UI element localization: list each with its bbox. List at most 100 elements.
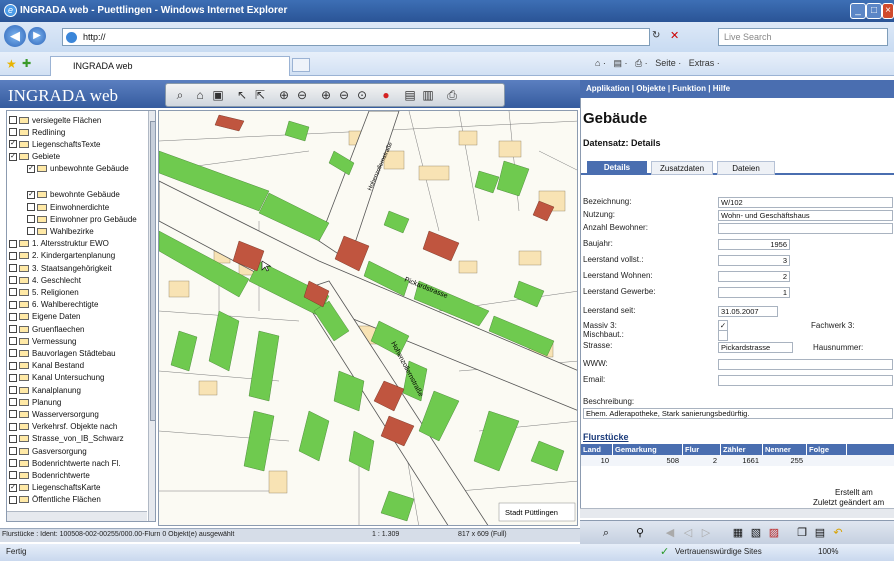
binoculars-icon[interactable]: ⌕: [598, 525, 614, 541]
layer-item[interactable]: Kanalplanung: [9, 384, 141, 396]
layer-item[interactable]: Bodenrichtwerte nach Fl.: [9, 457, 141, 469]
table-row[interactable]: 10 508 2 1661 255: [581, 455, 894, 466]
refresh-icon[interactable]: ↻: [652, 30, 660, 41]
layer-checkbox[interactable]: [9, 251, 17, 260]
page-menu[interactable]: Seite ·: [655, 58, 681, 68]
field-strasse[interactable]: Pickardstrasse: [718, 342, 793, 353]
column-header[interactable]: Zähler: [721, 444, 763, 455]
layer-checkbox[interactable]: [9, 264, 17, 272]
layer-item[interactable]: Vermessung: [9, 335, 141, 347]
menu-applikation[interactable]: Applikation: [586, 84, 630, 93]
checkbox-mischbau[interactable]: [718, 330, 728, 341]
layer-checkbox[interactable]: [9, 349, 17, 358]
layer-item[interactable]: Redlining: [9, 126, 141, 138]
field-email[interactable]: [718, 375, 893, 386]
field-leer-wohnen[interactable]: 2: [718, 271, 790, 282]
detail-hscrollbar[interactable]: [580, 508, 894, 518]
layer-checkbox[interactable]: [9, 373, 17, 382]
column-header[interactable]: Land: [581, 444, 613, 455]
home-button[interactable]: ⌂ ·: [595, 58, 606, 68]
layer-checkbox[interactable]: ✓: [9, 140, 17, 149]
print-icon[interactable]: ⎙: [444, 87, 460, 104]
layer-item[interactable]: 4. Geschlecht: [9, 274, 141, 286]
zoom-level[interactable]: 100%: [818, 547, 838, 556]
layer-checkbox[interactable]: [9, 337, 17, 346]
layer-item[interactable]: 1. Altersstruktur EWO: [9, 238, 141, 250]
layer-checkbox[interactable]: [9, 239, 17, 248]
layer-item[interactable]: ✓ unbewohnte Gebäude: [27, 163, 155, 175]
layer-checkbox[interactable]: ✓: [9, 483, 17, 492]
copy-icon[interactable]: ❐: [794, 525, 810, 541]
map-canvas[interactable]: Hohenzollernstraße Pickardstrasse Hohenz…: [158, 110, 578, 526]
layer-item[interactable]: ✓ bewohnte Gebäude: [27, 189, 155, 201]
address-input[interactable]: http://: [62, 28, 650, 46]
field-nutzung[interactable]: Wohn- und Geschäftshaus: [718, 210, 893, 221]
column-header[interactable]: Gemarkung: [613, 444, 683, 455]
layer-checkbox[interactable]: [9, 434, 17, 443]
layer-item[interactable]: Öffentliche Flächen: [9, 494, 141, 506]
layer-checkbox[interactable]: [9, 361, 17, 370]
zoom-out-icon[interactable]: ⊖: [294, 87, 310, 104]
layer-item[interactable]: Gruenflaechen: [9, 323, 141, 335]
zoom-full-icon[interactable]: ⊙: [354, 87, 370, 104]
maximize-button[interactable]: □: [866, 3, 882, 19]
field-leer-gewerbe[interactable]: 1: [718, 287, 790, 298]
zoom-previous-icon[interactable]: ⊖: [336, 87, 352, 104]
layer-item[interactable]: Wasserversorgung: [9, 408, 141, 420]
trust-zone[interactable]: Vertrauenswürdige Sites: [675, 547, 762, 556]
new-record-icon[interactable]: ▧: [748, 525, 764, 541]
field-leer-voll[interactable]: 3: [718, 255, 790, 266]
layer-item[interactable]: Verkehrsf. Objekte nach: [9, 421, 141, 433]
layer-checkbox[interactable]: [27, 215, 35, 224]
layer-item[interactable]: Bauvorlagen Städtebau: [9, 347, 141, 359]
layer-item[interactable]: Wahlbezirke: [27, 225, 155, 237]
close-button[interactable]: ×: [882, 3, 894, 19]
tab-zusatzdaten[interactable]: Zusatzdaten: [651, 161, 713, 175]
layer-checkbox[interactable]: [9, 410, 17, 419]
layer-checkbox[interactable]: [27, 203, 35, 211]
layer-checkbox[interactable]: [9, 300, 17, 309]
tab-details[interactable]: Details: [587, 161, 647, 175]
layer-hscrollbar[interactable]: [7, 511, 147, 521]
feeds-button[interactable]: ▤ ·: [613, 58, 627, 68]
layer-item[interactable]: Kanal Untersuchung: [9, 372, 141, 384]
layer-scrollbar[interactable]: [148, 111, 155, 521]
layer-checkbox[interactable]: ✓: [27, 190, 35, 199]
delete-record-icon[interactable]: ▨: [766, 525, 782, 541]
legend-icon[interactable]: ▥: [420, 87, 436, 104]
layer-item[interactable]: 6. Wahlberechtigte: [9, 299, 141, 311]
add-favorite-icon[interactable]: ✚: [22, 57, 31, 70]
zoom-in-icon[interactable]: ⊕: [276, 87, 292, 104]
layer-item[interactable]: Kanal Bestand: [9, 360, 141, 372]
next-record-icon[interactable]: ▷: [698, 525, 714, 541]
column-header[interactable]: Nenner: [763, 444, 807, 455]
layer-item[interactable]: Einwohnerdichte: [27, 201, 155, 213]
print-button[interactable]: ⎙ ·: [635, 58, 648, 68]
layer-checkbox[interactable]: [9, 276, 17, 285]
field-www[interactable]: [718, 359, 893, 370]
paste-icon[interactable]: ▤: [812, 525, 828, 541]
binoculars-icon[interactable]: ⌕: [172, 87, 188, 104]
field-bewohner[interactable]: [718, 223, 893, 234]
layer-checkbox[interactable]: [9, 116, 17, 124]
menu-objekte[interactable]: Objekte: [636, 84, 665, 93]
select-arrow-icon[interactable]: ↖: [234, 87, 250, 104]
stop-record-icon[interactable]: ●: [378, 87, 394, 104]
layer-checkbox[interactable]: [9, 447, 17, 455]
layer-item[interactable]: Bodenrichtwerte: [9, 469, 141, 481]
search-input[interactable]: Live Search: [718, 28, 888, 46]
layer-checkbox[interactable]: [9, 459, 17, 468]
forward-button[interactable]: ▶: [28, 27, 46, 45]
save-icon[interactable]: ▣: [210, 87, 226, 104]
layer-checkbox[interactable]: [9, 312, 17, 321]
zoom-window-icon[interactable]: ⊕: [318, 87, 334, 104]
column-header[interactable]: Folge: [807, 444, 847, 455]
layer-item[interactable]: Strasse_von_IB_Schwarz: [9, 433, 141, 445]
new-tab-button[interactable]: [292, 58, 310, 72]
layer-checkbox[interactable]: [9, 386, 17, 394]
layers-icon[interactable]: ▤: [402, 87, 418, 104]
stop-icon[interactable]: ✕: [670, 29, 679, 42]
layer-item[interactable]: Planung: [9, 396, 141, 408]
layer-checkbox[interactable]: [9, 471, 17, 480]
menu-funktion[interactable]: Funktion: [672, 84, 706, 93]
